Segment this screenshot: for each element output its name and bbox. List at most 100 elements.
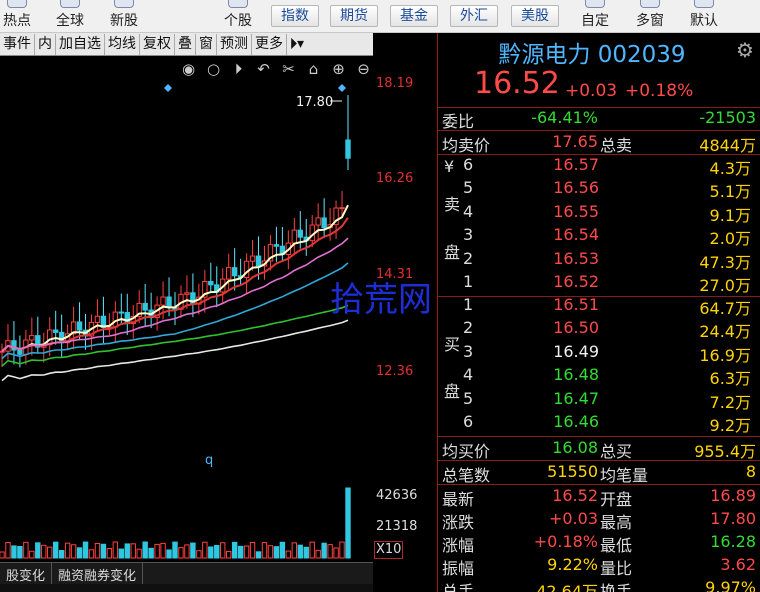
gear-icon[interactable]: ⚙ — [736, 38, 754, 62]
add-watchlist-tab[interactable]: 加自选 — [56, 33, 105, 55]
sell-side-label: 盘 — [444, 243, 461, 262]
divider — [438, 484, 760, 485]
expand-icon[interactable]: ⏵▾ — [287, 34, 307, 55]
buy-level-row[interactable]: 2 16.50 24.4万 — [463, 318, 753, 341]
futures-button[interactable]: 期货 — [330, 5, 378, 27]
level-number: 4 — [463, 201, 474, 221]
toolbar-label: 热点 — [3, 13, 31, 29]
ma-tab[interactable]: 均线 — [105, 33, 140, 55]
volume-bar — [29, 550, 35, 559]
volume-bar — [178, 547, 184, 559]
buy-level-row[interactable]: 3 16.49 16.9万 — [463, 342, 753, 365]
candle-body — [17, 349, 23, 355]
overlay-tab[interactable]: 叠 — [175, 33, 196, 55]
chart-toolbar: 事件 内 加自选 均线 复权 叠 窗 预测 更多 ⏵▾ — [0, 33, 373, 56]
volume-bar — [327, 544, 333, 559]
volume-bar — [243, 545, 250, 559]
level-price: 16.51 — [553, 295, 599, 314]
volume-bar — [142, 541, 148, 559]
volume-bar — [76, 547, 83, 559]
sell-level-row[interactable]: 2 16.53 47.3万 — [463, 249, 753, 272]
toolbar-label: 新股 — [110, 13, 138, 29]
weibi-value: -64.41% — [531, 108, 598, 127]
candle-body — [273, 244, 280, 247]
stat-label: 换手 — [600, 582, 633, 592]
stat-value: 17.80 — [710, 509, 756, 528]
sell-level-row[interactable]: 6 16.57 4.3万 — [463, 155, 753, 178]
tab-stock-change[interactable]: 股变化 — [0, 563, 53, 584]
volume-bar — [166, 549, 172, 559]
window-tab[interactable]: 窗 — [196, 33, 217, 55]
level-price: 16.54 — [553, 225, 599, 245]
forecast-tab[interactable]: 预测 — [217, 33, 252, 55]
toolbar-hot[interactable]: 热点 — [0, 0, 34, 33]
candlestick-chart[interactable]: 17.80 q — [0, 56, 373, 468]
more-tab[interactable]: 更多 — [252, 33, 287, 55]
events-tab[interactable]: 事件 — [0, 33, 35, 55]
buy-level-row[interactable]: 6 16.46 9.2万 — [463, 412, 753, 435]
candle-body — [52, 329, 59, 333]
toolbar-stock[interactable]: 个股 — [218, 0, 258, 33]
buy-side-label: 买 — [444, 335, 461, 354]
watermark-text: 拾荒网 — [330, 280, 432, 320]
level-number: 4 — [463, 365, 474, 385]
sell-level-row[interactable]: 4 16.55 9.1万 — [463, 202, 753, 225]
inner-tab[interactable]: 内 — [35, 33, 56, 55]
price-tick: 16.26 — [376, 171, 414, 186]
sell-level-row[interactable]: 1 16.52 27.0万 — [463, 272, 753, 295]
volume-bar — [279, 541, 286, 559]
bottom-strip — [0, 584, 373, 592]
forex-button[interactable]: 外汇 — [450, 5, 498, 27]
newstock-icon — [114, 0, 134, 8]
volume-bar — [124, 543, 130, 559]
toolbar-default[interactable]: 默认 — [684, 0, 724, 33]
tab-margin-change[interactable]: 融资融券变化 — [52, 563, 144, 584]
level-number: 2 — [463, 318, 474, 338]
sell-level-row[interactable]: 3 16.54 2.0万 — [463, 225, 753, 248]
volume-bar — [321, 542, 327, 559]
volume-bar — [64, 542, 71, 559]
stat-value: 9.97% — [705, 578, 756, 592]
candle-body — [142, 302, 148, 311]
adjust-tab[interactable]: 复权 — [140, 33, 175, 55]
stat-value: 9.22% — [547, 555, 598, 574]
total-trades-label: 总笔数 — [442, 466, 491, 485]
volume-chart[interactable] — [0, 478, 373, 563]
buy-level-row[interactable]: 5 16.47 7.2万 — [463, 389, 753, 412]
stat-label: 总手 — [442, 582, 475, 592]
stat-label: 最高 — [600, 513, 633, 532]
level-price: 16.47 — [553, 388, 599, 408]
price-change-percent: +0.18% — [625, 81, 694, 101]
level-quantity: 9.1万 — [709, 205, 751, 225]
level-quantity: 16.9万 — [699, 345, 751, 365]
index-button[interactable]: 指数 — [271, 5, 319, 27]
volume-bar — [339, 541, 345, 559]
level-quantity: 47.3万 — [699, 252, 751, 272]
volume-bar — [291, 542, 298, 559]
fund-button[interactable]: 基金 — [390, 5, 438, 27]
toolbar-label: 个股 — [224, 13, 252, 29]
stat-value: 16.89 — [710, 486, 756, 505]
us-stock-button[interactable]: 美股 — [511, 5, 559, 27]
stat-value: 16.28 — [710, 532, 756, 551]
top-toolbar: 热点 全球 新股 个股 指数 期货 基金 外汇 美股 自定 多窗 默认 — [0, 0, 760, 33]
volume-tick: 42636 — [376, 488, 418, 503]
buy-level-row[interactable]: 4 16.48 6.3万 — [463, 365, 753, 388]
volume-bar — [70, 544, 77, 559]
volume-bar — [297, 544, 303, 559]
volume-bar — [261, 542, 268, 559]
buy-level-row[interactable]: 1 16.51 64.7万 — [463, 295, 753, 318]
volume-bar — [35, 542, 41, 559]
toolbar-custom[interactable]: 自定 — [575, 0, 615, 33]
level-number: 2 — [463, 248, 474, 268]
candle-body — [160, 296, 166, 306]
candle-body — [208, 280, 214, 286]
toolbar-multiwindow[interactable]: 多窗 — [630, 0, 670, 33]
toolbar-newstock[interactable]: 新股 — [104, 0, 144, 33]
volume-bar — [148, 547, 154, 559]
level-number: 6 — [463, 155, 474, 174]
sell-level-row[interactable]: 5 16.56 5.1万 — [463, 178, 753, 201]
volume-bar — [220, 542, 226, 559]
toolbar-global[interactable]: 全球 — [50, 0, 90, 33]
volume-multiplier: X10 — [374, 541, 404, 559]
